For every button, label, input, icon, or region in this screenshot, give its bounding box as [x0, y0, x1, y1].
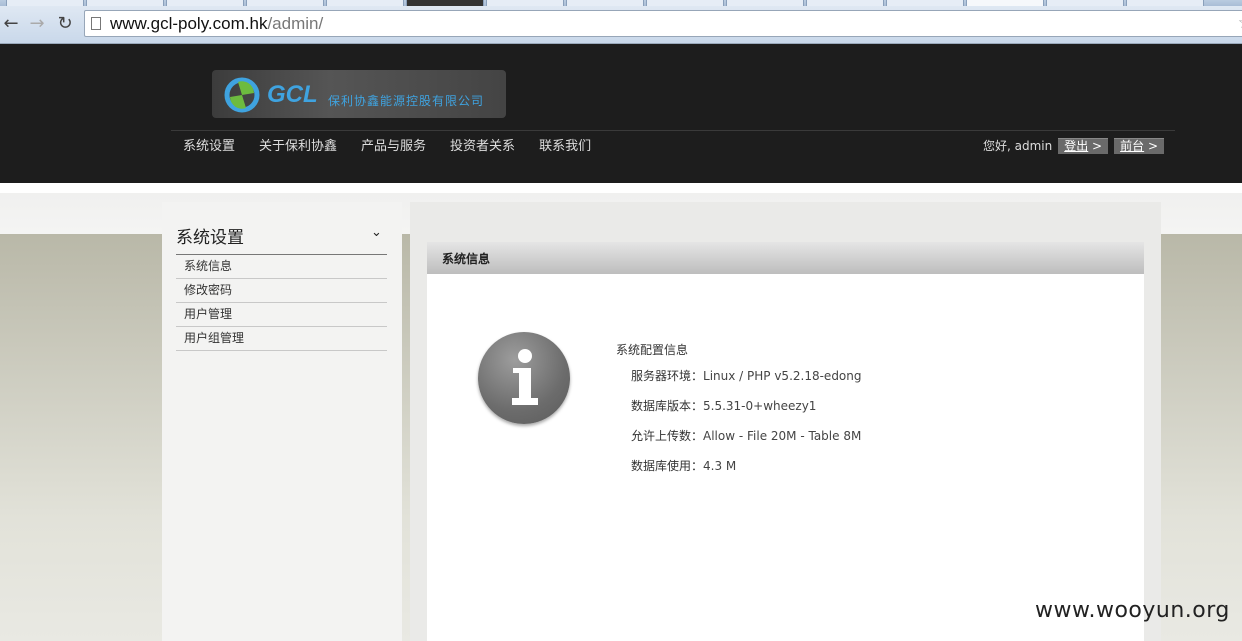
info-value: Linux / PHP v5.2.18-edong	[703, 369, 862, 383]
nav-divider	[171, 130, 1175, 131]
sidebar-menu: 系统信息 修改密码 用户管理 用户组管理	[176, 255, 387, 351]
info-value: 5.5.31-0+wheezy1	[703, 399, 817, 413]
system-info-panel: 系统信息 系统配置信息 服务器环境：Linux / PHP v5.2.18-ed…	[427, 242, 1144, 641]
company-logo[interactable]: GCL 保利协鑫能源控股有限公司	[212, 70, 506, 118]
sidebar-item-group-management[interactable]: 用户组管理	[176, 327, 387, 351]
info-list: 服务器环境：Linux / PHP v5.2.18-edong 数据库版本：5.…	[631, 367, 862, 487]
url-host: www.gcl-poly.com.hk	[110, 14, 268, 33]
main-nav: 系统设置 关于保利协鑫 产品与服务 投资者关系 联系我们	[183, 139, 615, 155]
nav-item-contact[interactable]: 联系我们	[539, 139, 591, 155]
user-area: 您好, admin 登出 > 前台 >	[983, 137, 1164, 154]
info-row-upload: 允许上传数：Allow - File 20M - Table 8M	[631, 427, 862, 457]
forward-icon[interactable]: →	[26, 13, 48, 35]
info-label: 服务器环境：	[631, 369, 704, 383]
nav-item-about[interactable]: 关于保利协鑫	[259, 139, 337, 155]
info-row-db-usage: 数据库使用：4.3 M	[631, 457, 862, 487]
main-content: 系统信息 系统配置信息 服务器环境：Linux / PHP v5.2.18-ed…	[410, 202, 1161, 641]
address-bar[interactable]: www.gcl-poly.com.hk/admin/ ☆	[84, 10, 1242, 37]
info-icon-base	[512, 398, 538, 405]
logout-button[interactable]: 登出 >	[1058, 137, 1109, 154]
sidebar-item-system-info[interactable]: 系统信息	[176, 255, 387, 279]
info-value: Allow - File 20M - Table 8M	[703, 429, 862, 443]
info-label: 允许上传数：	[631, 429, 704, 443]
info-row-server: 服务器环境：Linux / PHP v5.2.18-edong	[631, 367, 862, 397]
bookmark-star-icon[interactable]: ☆	[1238, 13, 1242, 33]
panel-header: 系统信息	[427, 242, 1144, 274]
info-row-db-version: 数据库版本：5.5.31-0+wheezy1	[631, 397, 862, 427]
watermark: www.wooyun.org	[1035, 598, 1230, 623]
reload-icon[interactable]: ↻	[54, 13, 76, 35]
frontend-button[interactable]: 前台 >	[1114, 137, 1164, 154]
user-greeting: 您好, admin	[982, 139, 1053, 153]
logout-label: 登出	[1064, 138, 1089, 153]
sidebar: 系统设置 ⌄ 系统信息 修改密码 用户管理 用户组管理	[162, 202, 402, 641]
chevron-down-icon[interactable]: ⌄	[371, 225, 382, 240]
info-icon-stem	[519, 368, 531, 400]
nav-item-investors[interactable]: 投资者关系	[450, 139, 515, 155]
url-path: /admin/	[267, 14, 324, 33]
logo-brand: GCL	[267, 81, 318, 108]
url-text[interactable]: www.gcl-poly.com.hk/admin/	[110, 14, 323, 34]
nav-item-system-settings[interactable]: 系统设置	[183, 139, 235, 155]
nav-item-products[interactable]: 产品与服务	[361, 139, 426, 155]
sidebar-title[interactable]: 系统设置	[176, 223, 244, 248]
sidebar-item-change-password[interactable]: 修改密码	[176, 279, 387, 303]
gcl-logo-mark-icon	[224, 77, 260, 113]
info-label: 数据库版本：	[631, 399, 704, 413]
back-icon[interactable]: ←	[0, 13, 22, 35]
info-icon-dot	[518, 349, 532, 363]
page-icon	[91, 17, 101, 30]
frontend-label: 前台	[1120, 138, 1145, 153]
logo-company-name: 保利协鑫能源控股有限公司	[328, 94, 485, 108]
browser-toolbar: ← → ↻ www.gcl-poly.com.hk/admin/ ☆	[0, 6, 1242, 44]
info-icon	[478, 332, 570, 424]
panel-title: 系统信息	[442, 252, 491, 266]
info-label: 数据库使用：	[631, 459, 704, 473]
site-header: GCL 保利协鑫能源控股有限公司 系统设置 关于保利协鑫 产品与服务 投资者关系…	[0, 44, 1242, 183]
sidebar-item-user-management[interactable]: 用户管理	[176, 303, 387, 327]
info-heading: 系统配置信息	[616, 343, 689, 357]
info-value: 4.3 M	[703, 459, 737, 473]
